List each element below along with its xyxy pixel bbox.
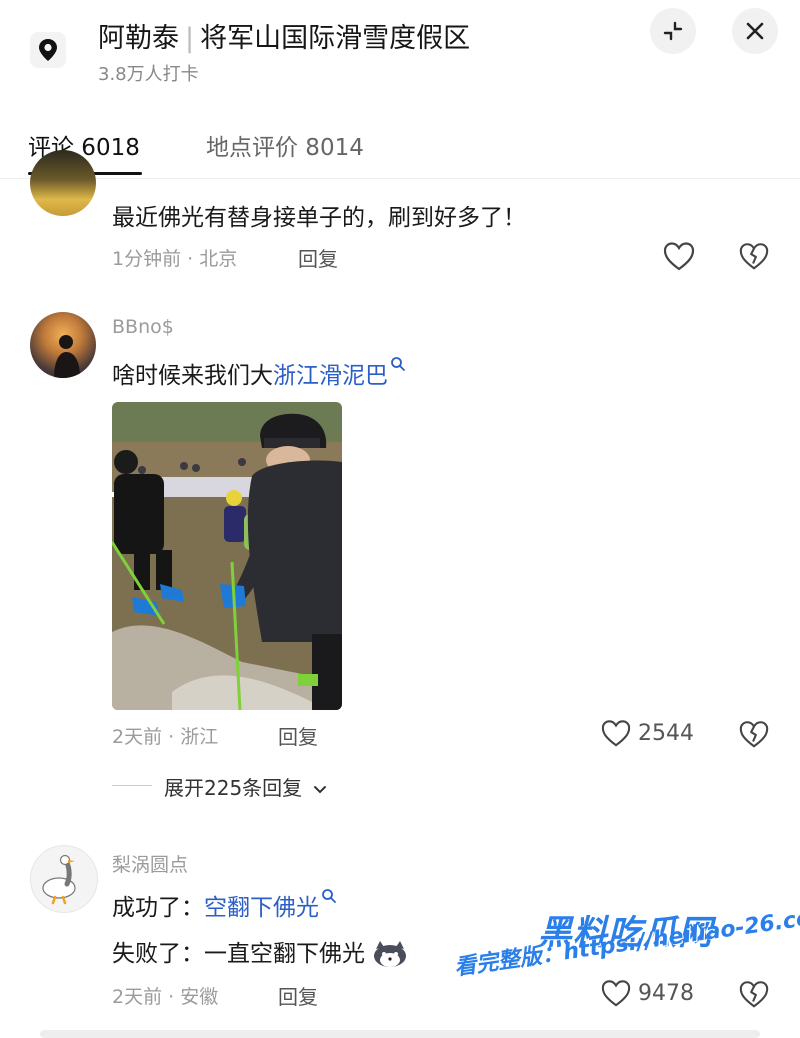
search-tag-link[interactable]: 浙江滑泥巴 — [273, 363, 388, 389]
location-title[interactable]: 阿勒泰 | 将军山国际滑雪度假区 — [98, 16, 470, 55]
close-icon — [746, 22, 764, 40]
comment-meta: 2天前 · 安徽 — [112, 986, 219, 1008]
reply-button[interactable]: 回复 — [298, 243, 338, 272]
minimize-button[interactable] — [650, 8, 696, 54]
comment-text-line2: 失败了：一直空翻下佛光 — [112, 934, 408, 969]
search-icon — [391, 357, 405, 371]
avatar[interactable] — [30, 150, 96, 216]
username[interactable]: 梨涡圆点 — [112, 850, 188, 877]
close-button[interactable] — [732, 8, 778, 54]
like-button[interactable]: 2544 — [600, 718, 694, 748]
expand-replies-label: 展开225条回复 — [164, 776, 303, 800]
location-pin-icon — [30, 32, 66, 68]
heart-icon — [601, 980, 631, 1007]
avatar-silhouette-icon — [54, 335, 80, 378]
broken-heart-icon[interactable] — [738, 718, 770, 750]
comment-text: 失败了：一直空翻下佛光 — [112, 941, 365, 967]
minimize-icon — [663, 21, 683, 41]
avatar[interactable] — [30, 845, 98, 913]
like-count: 2544 — [638, 720, 694, 746]
comment-photo[interactable] — [112, 402, 342, 710]
comment-meta: 2天前 · 浙江 — [112, 726, 219, 748]
avatar[interactable] — [30, 312, 96, 378]
like-count: 9478 — [638, 980, 694, 1006]
location-header: 阿勒泰 | 将军山国际滑雪度假区 3.8万人打卡 — [0, 0, 800, 100]
broken-heart-icon[interactable] — [738, 978, 770, 1010]
expand-replies-button[interactable]: 展开225条回复 — [164, 772, 327, 801]
reply-button[interactable]: 回复 — [278, 981, 318, 1010]
checkin-count: 3.8万人打卡 — [98, 64, 199, 85]
heart-icon — [601, 720, 631, 747]
tab-location-reviews[interactable]: 地点评价 8014 — [206, 128, 364, 162]
comment-text-prefix: 成功了： — [112, 895, 204, 921]
broken-heart-icon[interactable] — [738, 240, 770, 272]
heart-icon[interactable] — [662, 240, 696, 272]
title-separator: | — [185, 23, 195, 54]
comment-text-prefix: 啥时候来我们大 — [112, 363, 273, 389]
tabs-divider — [0, 178, 800, 179]
location-prefix: 阿勒泰 — [98, 23, 179, 54]
comment-text: 最近佛光有替身接单子的，刷到好多了！ — [112, 205, 526, 231]
reply-button[interactable]: 回复 — [278, 721, 318, 750]
search-icon — [322, 889, 336, 903]
comment-tabs: 评论 6018 地点评价 8014 — [0, 120, 800, 178]
like-button[interactable]: 9478 — [600, 978, 694, 1008]
search-tag-link[interactable]: 空翻下佛光 — [204, 895, 319, 921]
chevron-down-icon — [313, 786, 326, 794]
goose-avatar-icon — [42, 854, 76, 905]
comment-meta: 1分钟前 · 北京 — [112, 248, 238, 270]
location-name: 将军山国际滑雪度假区 — [200, 23, 471, 54]
skiing-photo-image — [112, 402, 342, 710]
husky-emoji-icon — [374, 940, 407, 967]
username[interactable]: BBno$ — [112, 316, 174, 338]
comment-text: 啥时候来我们大浙江滑泥巴 — [112, 356, 406, 390]
comment-text-line1: 成功了：空翻下佛光 — [112, 888, 337, 922]
expand-divider — [112, 785, 152, 786]
comment-input-bar[interactable] — [40, 1030, 760, 1038]
